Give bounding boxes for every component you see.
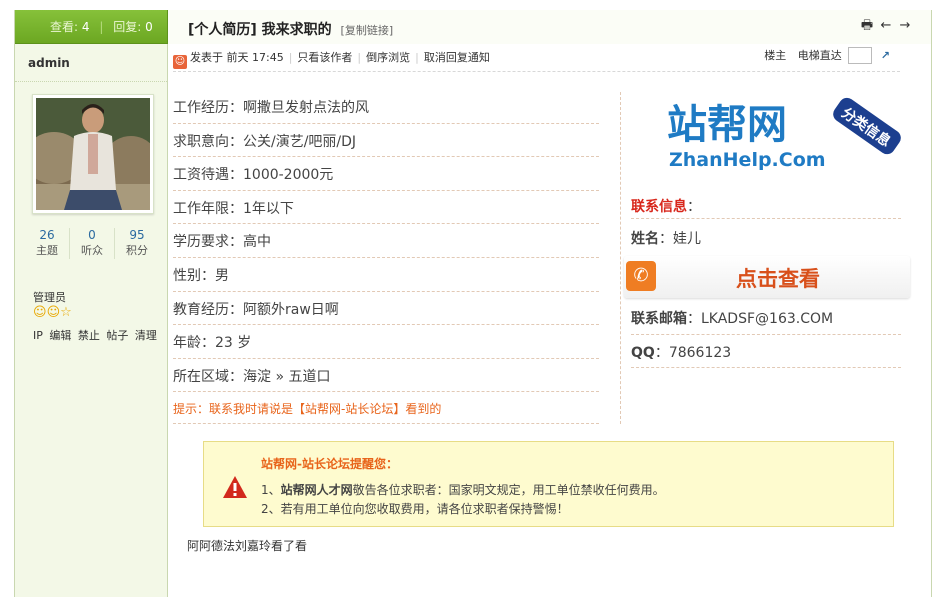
contact-panel: 联系信息： 姓名：娃儿 bbox=[631, 192, 901, 253]
safety-notice: 站帮网-站长论坛提醒您： 1、站帮网人才网敬告各位求职者：国家明文规定，用工单位… bbox=[203, 441, 894, 527]
print-icon[interactable]: 🖶 bbox=[859, 18, 875, 34]
detail-row: 求职意向：公关/演艺/吧丽/DJ bbox=[173, 124, 599, 158]
user-role[interactable]: 管理员 bbox=[33, 289, 66, 305]
contact-name: 姓名：娃儿 bbox=[631, 231, 701, 247]
reveal-phone-button[interactable]: ✆ 点击查看 bbox=[624, 256, 910, 298]
replies-count: 0 bbox=[145, 20, 153, 34]
job-details: 工作经历：啊撒旦发射点法的风 求职意向：公关/演艺/吧丽/DJ 工资待遇：100… bbox=[173, 90, 599, 393]
notice-line-1-text: 敬告各位求职者：国家明文规定，用工单位禁收任何费用。 bbox=[352, 483, 665, 497]
detail-row: 学历要求：高中 bbox=[173, 224, 599, 258]
qq-value: 7866123 bbox=[668, 345, 732, 361]
avatar[interactable] bbox=[32, 94, 154, 214]
column-divider bbox=[620, 92, 621, 424]
smiley-medal-icon: ☺ bbox=[33, 305, 47, 320]
email-label: 联系邮箱 bbox=[631, 311, 687, 327]
email-value: LKADSF@163.COM bbox=[701, 311, 834, 327]
contact-tip: 提示：联系我时请说是【站帮网-站长论坛】看到的 bbox=[173, 400, 599, 424]
floor-jump-input[interactable] bbox=[848, 47, 873, 64]
notice-line-1-prefix: 1、 bbox=[261, 483, 281, 497]
reverse-order-link[interactable]: 倒序浏览 bbox=[366, 51, 410, 64]
user-medals: ☺☺☆ bbox=[33, 305, 72, 320]
post-time: 发表于 前天 17:45 bbox=[190, 51, 284, 64]
stat-points[interactable]: 95 积分 bbox=[115, 228, 159, 259]
site-logo-graphic: 站帮网 ZhanHelp.Com 分类信息 bbox=[667, 97, 901, 171]
counts-divider: | bbox=[99, 20, 104, 34]
admin-edit-link[interactable]: 编辑 bbox=[49, 329, 71, 342]
post-meta-left: ☺ 发表于 前天 17:45 | 只看该作者 | 倒序浏览 | 取消回复通知 bbox=[173, 49, 490, 69]
next-thread-icon[interactable]: → bbox=[897, 18, 913, 34]
meta-divider: | bbox=[288, 51, 293, 64]
elevator-label: 电梯直达 bbox=[797, 49, 842, 62]
copy-link-button[interactable]: [复制链接] bbox=[341, 24, 394, 37]
stat-topics[interactable]: 26 主题 bbox=[25, 228, 70, 259]
prev-thread-icon[interactable]: ← bbox=[878, 18, 894, 34]
post-meta: ☺ 发表于 前天 17:45 | 只看该作者 | 倒序浏览 | 取消回复通知 楼主 电梯直达 … bbox=[173, 44, 900, 72]
avatar-photo bbox=[36, 98, 150, 210]
admin-ban-link[interactable]: 禁止 bbox=[78, 329, 100, 342]
author-username[interactable]: admin bbox=[15, 44, 167, 82]
admin-clean-link[interactable]: 清理 bbox=[135, 329, 157, 342]
online-status-icon: ☺ bbox=[173, 55, 187, 69]
notice-line-1: 1、站帮网人才网敬告各位求职者：国家明文规定，用工单位禁收任何费用。 bbox=[261, 481, 665, 498]
logo-domain: ZhanHelp.Com bbox=[669, 149, 826, 171]
meta-divider: | bbox=[357, 51, 362, 64]
meta-divider: | bbox=[415, 51, 419, 64]
stat-label: 积分 bbox=[126, 244, 148, 257]
warning-icon bbox=[223, 476, 247, 498]
logo-wordmark: 站帮网 bbox=[667, 102, 787, 148]
star-medal-icon: ☆ bbox=[60, 305, 72, 320]
detail-row: 工作经历：啊撒旦发射点法的风 bbox=[173, 90, 599, 124]
contact-heading-colon: ： bbox=[687, 199, 701, 215]
stat-value: 95 bbox=[129, 228, 145, 242]
contact-heading-text: 联系信息 bbox=[631, 199, 687, 215]
detail-row: 教育经历：阿额外raw日啊 bbox=[173, 292, 599, 326]
name-label: 姓名 bbox=[631, 231, 659, 247]
stat-label: 主题 bbox=[36, 244, 58, 257]
smiley-medal-icon: ☺ bbox=[46, 305, 61, 320]
admin-posts-link[interactable]: 帖子 bbox=[106, 329, 128, 342]
stat-value: 26 bbox=[39, 228, 55, 242]
thread-tools: 🖶 ← → bbox=[856, 18, 913, 34]
detail-row: 年龄：23 岁 bbox=[173, 325, 599, 359]
floor-label: 楼主 bbox=[764, 49, 787, 62]
author-stats: 26 主题 0 听众 95 积分 bbox=[25, 228, 159, 259]
views-label: 查看: bbox=[50, 20, 79, 34]
thread-header: 查看: 4 | 回复: 0 [个人简历] 我来求职的 [复制链接] 🖶 ← → bbox=[15, 10, 931, 44]
views-count: 4 bbox=[81, 20, 90, 34]
notice-line-2: 2、若有用工单位向您收取费用，请各位求职者保持警惕！ bbox=[261, 502, 569, 516]
thread-counts: 查看: 4 | 回复: 0 bbox=[15, 10, 168, 44]
notice-title: 站帮网-站长论坛提醒您： bbox=[261, 457, 398, 471]
detail-row: 工资待遇：1000-2000元 bbox=[173, 157, 599, 191]
site-logo[interactable]: 站帮网 ZhanHelp.Com 分类信息 bbox=[667, 96, 907, 174]
name-value: 娃儿 bbox=[673, 231, 701, 247]
post-meta-right: 楼主 电梯直达 ↗ bbox=[764, 47, 890, 64]
detail-row: 所在区域：海淀 » 五道口 bbox=[173, 359, 599, 393]
detail-row: 工作年限：1年以下 bbox=[173, 191, 599, 225]
reveal-phone-label: 点击查看 bbox=[736, 267, 820, 291]
only-author-link[interactable]: 只看该作者 bbox=[297, 51, 352, 64]
contact-qq: QQ：7866123 bbox=[631, 338, 901, 368]
thread-title-text: [个人简历] 我来求职的 bbox=[188, 22, 332, 38]
detail-row: 性别：男 bbox=[173, 258, 599, 292]
admin-ip-link[interactable]: IP bbox=[33, 329, 43, 342]
contact-heading: 联系信息： bbox=[631, 192, 901, 219]
notice-brand: 站帮网人才网 bbox=[280, 483, 353, 497]
contact-email: 联系邮箱：LKADSF@163.COM bbox=[631, 304, 901, 335]
thread-title: [个人简历] 我来求职的 [复制链接] bbox=[188, 19, 393, 39]
phone-icon: ✆ bbox=[626, 261, 656, 291]
admin-actions: IP 编辑 禁止 帖子 清理 bbox=[33, 327, 160, 343]
stat-label: 听众 bbox=[81, 244, 103, 257]
thread-title-bar: [个人简历] 我来求职的 [复制链接] 🖶 ← → bbox=[168, 10, 931, 44]
cancel-notify-link[interactable]: 取消回复通知 bbox=[424, 51, 490, 64]
stat-followers[interactable]: 0 听众 bbox=[70, 228, 115, 259]
qq-label: QQ bbox=[631, 345, 655, 361]
jump-go-icon[interactable]: ↗ bbox=[881, 49, 890, 62]
replies-label: 回复: bbox=[113, 20, 142, 34]
stat-value: 0 bbox=[88, 228, 96, 242]
author-sidebar: admin 26 主题 0 听众 95 积分 管理员 ☺☺☆ IP 编辑 禁止 … bbox=[15, 44, 168, 597]
post-body-text: 阿阿德法刘嘉玲看了看 bbox=[187, 539, 308, 553]
